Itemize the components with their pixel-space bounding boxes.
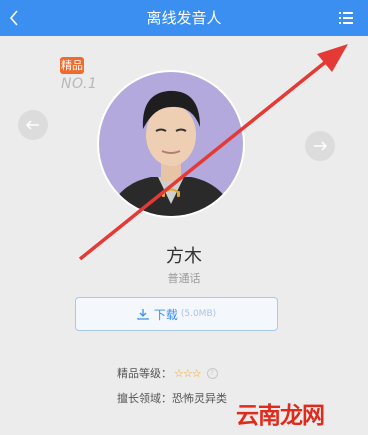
annotation-arrow <box>78 44 348 261</box>
